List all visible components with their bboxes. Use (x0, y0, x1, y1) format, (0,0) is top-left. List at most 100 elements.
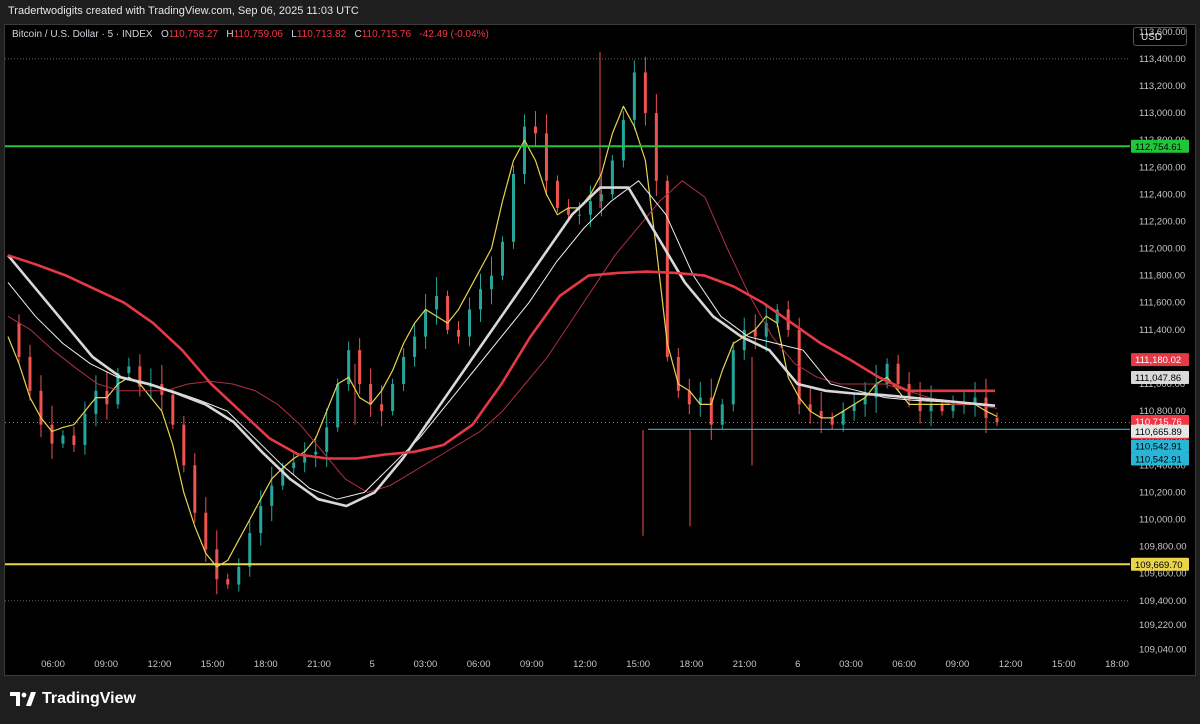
x-tick-label: 06:00 (41, 659, 65, 670)
candle-body (841, 411, 845, 425)
candle-body (501, 241, 504, 276)
candle-body (61, 435, 65, 444)
candle-body (621, 119, 625, 161)
x-tick-label: 03:00 (414, 659, 438, 670)
candle-body (127, 366, 131, 374)
open-value: 110,758.27 (168, 29, 219, 40)
candle-body (325, 427, 329, 452)
x-tick-label: 18:00 (680, 659, 704, 670)
x-tick-label: 18:00 (254, 659, 278, 670)
price-tag-label: 110,542.91 (1135, 441, 1182, 452)
moving-average-ma-white-thin (7, 180, 996, 500)
candle-body (204, 512, 208, 550)
high-value: 110,759.06 (233, 29, 283, 40)
y-tick-label: 111,800.00 (1139, 271, 1185, 282)
candle-body (248, 533, 252, 567)
price-chart[interactable]: 113,600.00113,400.00113,200.00113,000.00… (0, 0, 1200, 724)
price-tag-label: 112,754.61 (1135, 142, 1182, 153)
close-label: C (354, 29, 362, 40)
change-value: -42.49 (-0.04%) (419, 29, 489, 40)
y-tick-label: 112,600.00 (1139, 162, 1186, 173)
y-tick-label: 112,200.00 (1139, 216, 1186, 227)
y-tick-label: 111,600.00 (1139, 298, 1185, 309)
moving-average-ma-fast (7, 105, 998, 568)
y-tick-label: 110,000.00 (1139, 515, 1186, 526)
y-tick-label: 111,400.00 (1139, 325, 1185, 336)
price-tag-label: 111,047.86 (1135, 373, 1181, 384)
candle-body (830, 417, 834, 425)
x-tick-label: 21:00 (733, 659, 757, 670)
candle-body (995, 417, 999, 422)
candle-body (468, 309, 472, 337)
candle-body (610, 160, 614, 195)
candle-body (270, 485, 274, 506)
candle-body (632, 72, 636, 120)
x-tick-label: 12:00 (148, 659, 172, 670)
price-tag-label: 110,542.91 (1135, 454, 1182, 465)
candle-body (402, 356, 406, 385)
candle-body (380, 404, 384, 412)
candle-body (336, 384, 340, 428)
price-tag-label: 110,665.89 (1135, 427, 1182, 438)
y-tick-label: 110,200.00 (1139, 487, 1186, 498)
candle-body (435, 295, 439, 310)
candle-body (17, 323, 21, 357)
candle-body (588, 201, 592, 215)
candle-body (314, 451, 318, 455)
candle-body (479, 289, 483, 310)
tradingview-logo[interactable]: TradingView (10, 690, 136, 708)
y-tick-label: 113,200.00 (1139, 81, 1186, 92)
x-tick-label: 21:00 (307, 659, 331, 670)
candle-body (676, 356, 680, 391)
x-tick-label: 15:00 (626, 659, 650, 670)
candle-body (413, 336, 417, 357)
moving-average-ma-slow (7, 180, 998, 493)
candle-body (940, 404, 944, 412)
y-tick-label: 109,040.00 (1139, 645, 1187, 656)
candle-body (731, 350, 735, 405)
candle-body (193, 465, 197, 513)
symbol-name[interactable]: Bitcoin / U.S. Dollar · 5 · INDEX (12, 29, 153, 40)
close-value: 110,715.76 (361, 29, 412, 40)
x-tick-label: 15:00 (1052, 659, 1076, 670)
y-tick-label: 112,400.00 (1139, 189, 1186, 200)
candle-body (83, 413, 87, 445)
candle-body (50, 424, 54, 444)
candle-body (259, 505, 263, 534)
candle-body (984, 397, 988, 418)
candle-body (292, 462, 296, 469)
candle-body (577, 214, 581, 216)
currency-button[interactable]: USD (1133, 27, 1187, 46)
candle-body (643, 72, 647, 114)
candle-body (533, 126, 537, 134)
candle-body (522, 126, 526, 175)
candle-body (369, 384, 373, 405)
x-tick-label: 12:00 (573, 659, 597, 670)
moving-average-ma-white-thick (7, 186, 996, 508)
candle-body (72, 435, 76, 445)
tradingview-logo-icon (10, 692, 36, 706)
candle-body (171, 394, 175, 425)
x-tick-label: 12:00 (999, 659, 1023, 670)
candle-body (28, 356, 32, 391)
candle-body (544, 133, 548, 181)
y-tick-label: 109,220.00 (1139, 620, 1187, 631)
x-tick-label: 18:00 (1105, 659, 1129, 670)
candle-body (446, 295, 450, 330)
x-tick-label: 06:00 (892, 659, 916, 670)
y-tick-label: 109,800.00 (1139, 542, 1187, 553)
candle-body (391, 384, 395, 412)
candle-body (511, 174, 515, 242)
x-tick-label: 09:00 (520, 659, 544, 670)
candle-body (951, 404, 955, 412)
candle-body (457, 329, 461, 337)
x-tick-label: 15:00 (201, 659, 225, 670)
x-tick-label: 06:00 (467, 659, 491, 670)
candle-body (182, 424, 186, 466)
candle-body (896, 363, 900, 385)
candle-body (226, 579, 230, 585)
low-value: 110,713.82 (296, 29, 347, 40)
candle-body (720, 404, 724, 425)
x-tick-label: 5 (370, 659, 375, 670)
x-tick-label: 6 (795, 659, 800, 670)
